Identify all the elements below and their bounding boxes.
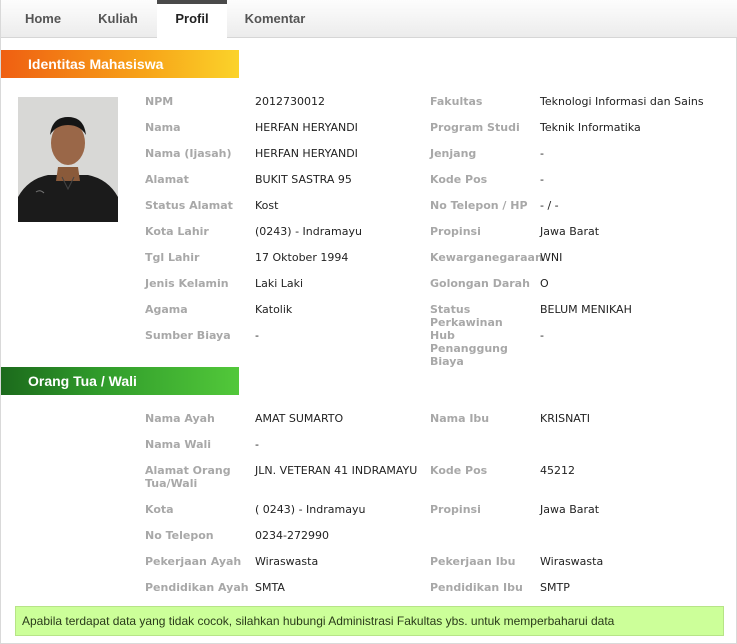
value-program-studi: Teknik Informatika [540, 121, 641, 134]
label-status-perkawinan: Status Perkawinan [430, 303, 503, 329]
value-jenjang: - [540, 147, 544, 160]
label-pekerjaan-ibu: Pekerjaan Ibu [430, 555, 516, 568]
label-no-telepon: No Telepon [145, 529, 214, 542]
label-hub-penanggung-biaya: Hub Penanggung Biaya [430, 329, 508, 368]
section-identitas-title: Identitas Mahasiswa [1, 50, 239, 78]
value-pendidikan-ibu: SMTP [540, 581, 570, 594]
value-nama-ibu: KRISNATI [540, 412, 590, 425]
value-agama: Katolik [255, 303, 293, 316]
value-propinsi-orangtua: Jawa Barat [540, 503, 600, 516]
value-nama: HERFAN HERYANDI [255, 121, 358, 134]
label-kode-pos: Kode Pos [430, 173, 488, 186]
value-pekerjaan-ibu: Wiraswasta [540, 555, 604, 568]
label-golongan-darah: Golongan Darah [430, 277, 530, 290]
tab-komentar[interactable]: Komentar [235, 0, 315, 38]
value-propinsi: Jawa Barat [540, 225, 600, 238]
value-fakultas: Teknologi Informasi dan Sains [540, 95, 704, 108]
value-jenis-kelamin: Laki Laki [255, 277, 304, 290]
value-tgl-lahir: 17 Oktober 1994 [255, 251, 349, 264]
value-kota-lahir: (0243) - Indramayu [255, 225, 362, 238]
label-propinsi: Propinsi [430, 225, 481, 238]
label-sumber-biaya: Sumber Biaya [145, 329, 231, 342]
label-npm: NPM [145, 95, 174, 108]
value-npm: 2012730012 [255, 95, 325, 108]
value-status-perkawinan: BELUM MENIKAH [540, 303, 632, 316]
section-orangtua-title: Orang Tua / Wali [1, 367, 239, 395]
tab-bar: Home Kuliah Profil Komentar [1, 0, 737, 38]
label-kewarganegaraan: Kewarganegaraan [430, 251, 543, 264]
value-nama-wali: - [255, 438, 259, 451]
value-alamat-orangtua: JLN. VETERAN 41 INDRAMAYU [255, 464, 418, 477]
notice-message: Apabila terdapat data yang tidak cocok, … [15, 606, 724, 636]
value-no-telepon: 0234-272990 [255, 529, 329, 542]
label-kota-lahir: Kota Lahir [145, 225, 209, 238]
label-agama: Agama [145, 303, 188, 316]
label-nama-wali: Nama Wali [145, 438, 212, 451]
value-kode-pos: - [540, 173, 544, 186]
student-photo [18, 97, 118, 222]
tab-kuliah[interactable]: Kuliah [85, 0, 151, 38]
label-alamat-orangtua: Alamat Orang Tua/Wali [145, 464, 231, 490]
label-pendidikan-ayah: Pendidikan Ayah [145, 581, 249, 594]
value-alamat: BUKIT SASTRA 95 [255, 173, 352, 186]
label-propinsi-orangtua: Propinsi [430, 503, 481, 516]
tab-profil[interactable]: Profil [157, 0, 227, 38]
label-no-telepon-hp: No Telepon / HP [430, 199, 528, 212]
value-status-alamat: Kost [255, 199, 279, 212]
label-jenis-kelamin: Jenis Kelamin [145, 277, 229, 290]
value-no-telepon-hp: - / - [540, 199, 559, 212]
label-jenjang: Jenjang [430, 147, 477, 160]
value-pekerjaan-ayah: Wiraswasta [255, 555, 319, 568]
value-hub-penanggung-biaya: - [540, 329, 544, 342]
value-pendidikan-ayah: SMTA [255, 581, 285, 594]
tab-home[interactable]: Home [13, 0, 73, 38]
value-kode-pos-orangtua: 45212 [540, 464, 575, 477]
value-kota: ( 0243) - Indramayu [255, 503, 366, 516]
label-tgl-lahir: Tgl Lahir [145, 251, 200, 264]
value-kewarganegaraan: WNI [540, 251, 563, 264]
label-nama-ibu: Nama Ibu [430, 412, 490, 425]
label-program-studi: Program Studi [430, 121, 520, 134]
label-fakultas: Fakultas [430, 95, 483, 108]
label-status-alamat: Status Alamat [145, 199, 233, 212]
label-nama: Nama [145, 121, 181, 134]
label-kota: Kota [145, 503, 174, 516]
label-nama-ijasah: Nama (Ijasah) [145, 147, 232, 160]
value-golongan-darah: O [540, 277, 549, 290]
value-sumber-biaya: - [255, 329, 259, 342]
label-kode-pos-orangtua: Kode Pos [430, 464, 488, 477]
value-nama-ijasah: HERFAN HERYANDI [255, 147, 358, 160]
label-alamat: Alamat [145, 173, 189, 186]
label-nama-ayah: Nama Ayah [145, 412, 215, 425]
label-pekerjaan-ayah: Pekerjaan Ayah [145, 555, 242, 568]
page-frame: Home Kuliah Profil Komentar Identitas Ma… [0, 0, 737, 644]
label-pendidikan-ibu: Pendidikan Ibu [430, 581, 523, 594]
value-nama-ayah: AMAT SUMARTO [255, 412, 344, 425]
